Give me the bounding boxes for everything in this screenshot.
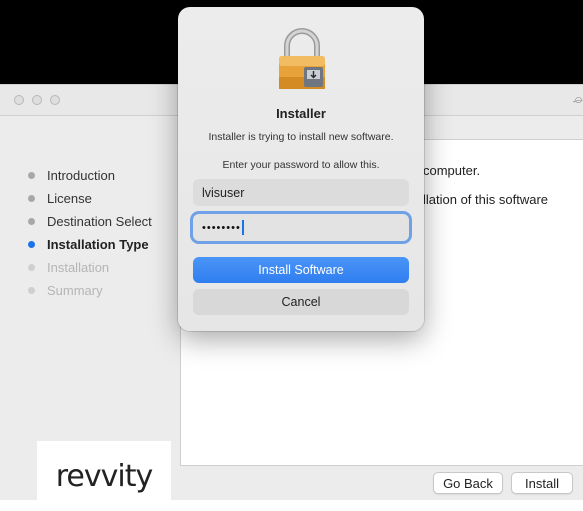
step-installation-type: Installation Type xyxy=(28,235,149,253)
minimize-window-button[interactable] xyxy=(32,95,42,105)
step-dot-icon xyxy=(28,240,35,248)
dialog-prompt: Enter your password to allow this. xyxy=(222,159,380,171)
revvity-logo: revvity xyxy=(37,441,171,511)
username-value: lvisuser xyxy=(202,185,245,200)
authentication-dialog: Installer Installer is trying to install… xyxy=(178,7,424,331)
step-dot-icon xyxy=(28,263,35,271)
install-button[interactable]: Install xyxy=(511,472,573,494)
installer-steps-sidebar: Introduction License Destination Select … xyxy=(0,115,180,511)
dialog-title: Installer xyxy=(276,106,326,121)
dialog-message: Installer is trying to install new softw… xyxy=(208,131,394,143)
lock-title-icon: ⌮ xyxy=(572,91,583,107)
password-field[interactable]: •••••••• xyxy=(193,214,409,241)
step-introduction: Introduction xyxy=(28,166,115,184)
username-field[interactable]: lvisuser xyxy=(193,179,409,206)
step-dot-icon xyxy=(28,217,35,225)
step-label: License xyxy=(47,190,92,206)
cancel-button[interactable]: Cancel xyxy=(193,289,409,315)
content-text-line-2: llation of this software xyxy=(423,192,549,207)
step-destination-select: Destination Select xyxy=(28,212,152,230)
go-back-button[interactable]: Go Back xyxy=(433,472,503,494)
logo-text: revvity xyxy=(55,458,153,494)
install-software-button[interactable]: Install Software xyxy=(193,257,409,283)
step-label: Introduction xyxy=(47,167,115,183)
step-dot-icon xyxy=(28,286,35,294)
text-caret xyxy=(241,220,244,235)
zoom-window-button[interactable] xyxy=(50,95,60,105)
step-label: Destination Select xyxy=(47,213,152,229)
content-text-line-1: computer. xyxy=(423,163,481,178)
step-license: License xyxy=(28,189,92,207)
password-value: •••••••• xyxy=(202,221,241,234)
lock-icon xyxy=(279,28,325,89)
step-installation: Installation xyxy=(28,258,109,276)
step-dot-icon xyxy=(28,194,35,202)
step-summary: Summary xyxy=(28,281,103,299)
step-label: Installation xyxy=(47,259,110,275)
close-window-button[interactable] xyxy=(14,95,24,105)
step-label: Summary xyxy=(47,282,103,298)
step-label: Installation Type xyxy=(47,236,149,252)
step-dot-icon xyxy=(28,171,35,179)
